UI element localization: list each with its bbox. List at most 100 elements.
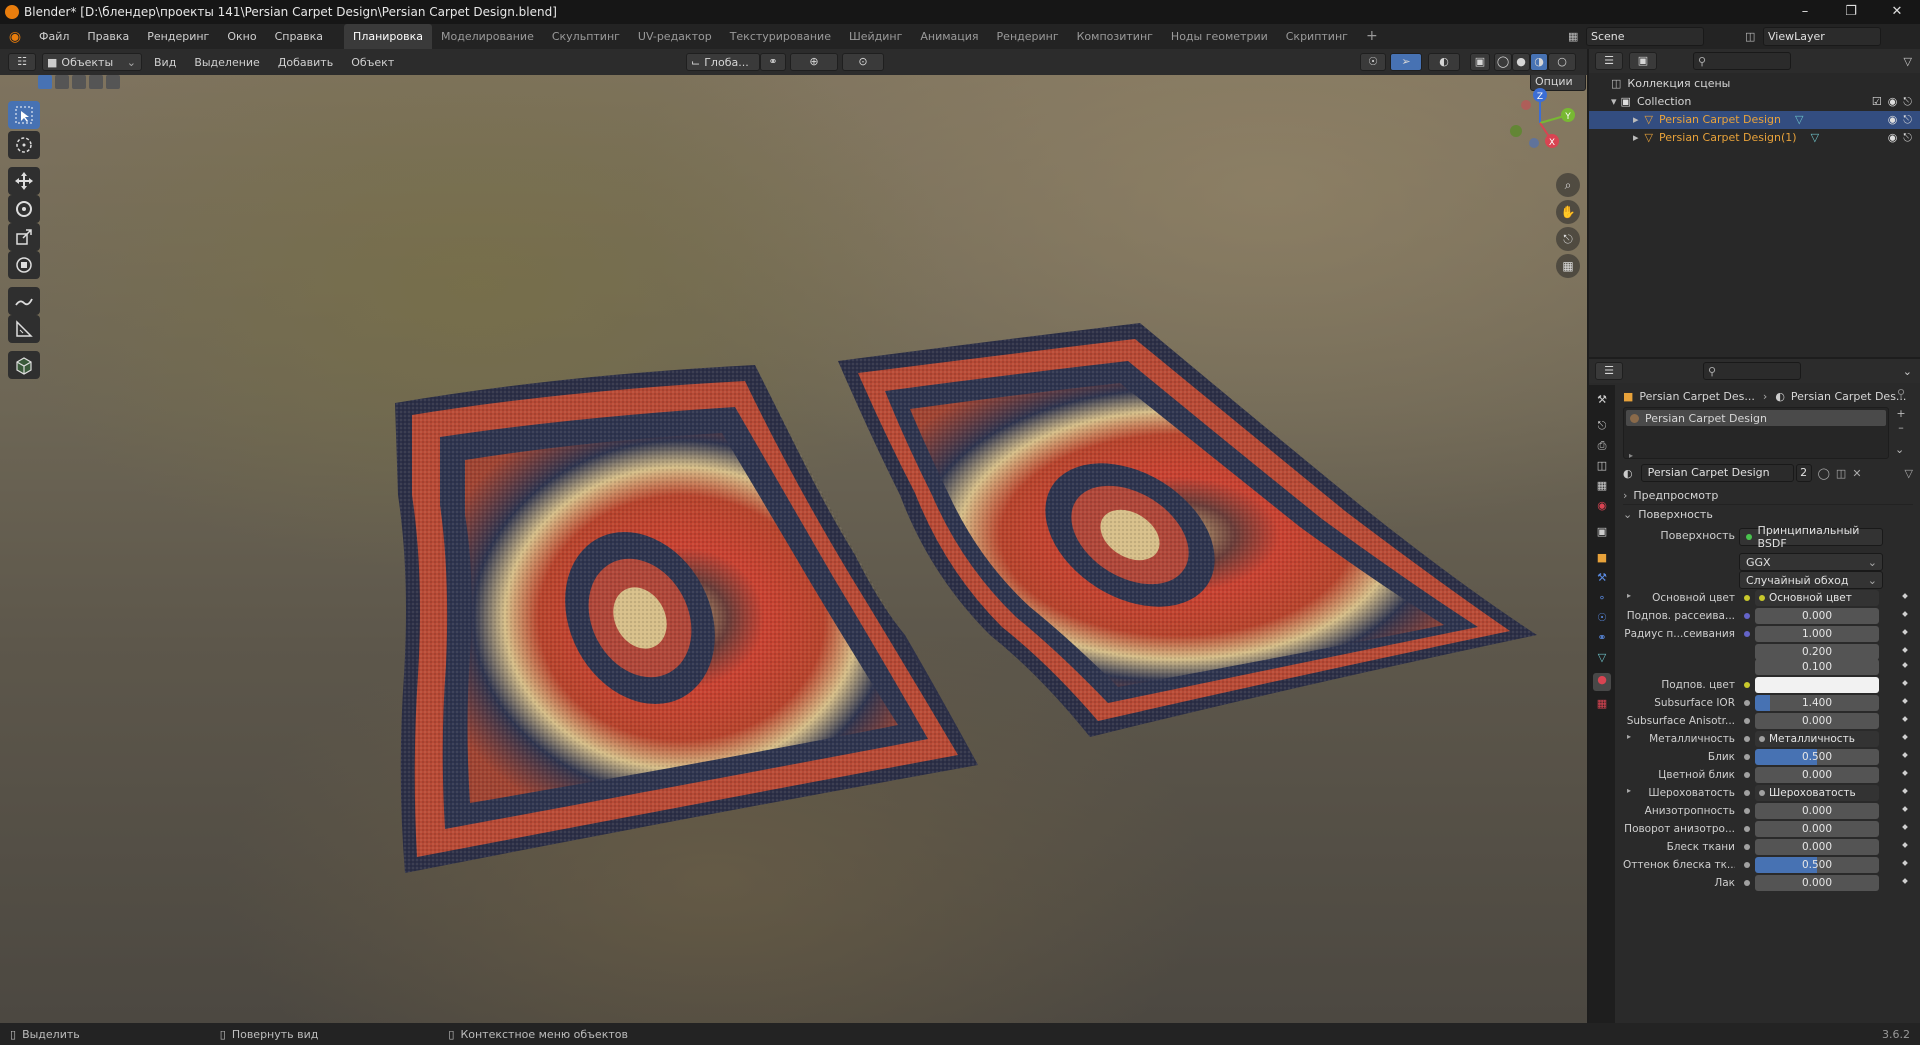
physics-tab-icon[interactable]: ☉: [1593, 611, 1611, 629]
material-name-field[interactable]: Persian Carpet Design: [1640, 464, 1794, 482]
keyframe-icon[interactable]: [1902, 593, 1908, 599]
eye-icon[interactable]: ◉: [1888, 111, 1898, 129]
number-field[interactable]: 0.000: [1755, 803, 1879, 819]
keyframe-icon[interactable]: [1902, 629, 1908, 635]
socket-dot[interactable]: [1744, 844, 1750, 850]
render-camera-icon[interactable]: ⎋: [1903, 111, 1912, 129]
keyframe-icon[interactable]: [1902, 878, 1908, 884]
tab-layout[interactable]: Планировка: [344, 24, 433, 49]
add-workspace-icon[interactable]: +: [1357, 24, 1387, 49]
properties-editor-icon[interactable]: ☰: [1595, 362, 1623, 380]
collection-checkbox-icon[interactable]: ☑: [1872, 93, 1882, 111]
tool-tab-icon[interactable]: ⚒: [1593, 393, 1611, 411]
socket-dot[interactable]: [1744, 862, 1750, 868]
3d-viewport[interactable]: Опции Z Y X ⌕ ✋ ⎋ ▦: [0, 75, 1587, 1023]
outliner-editor-icon[interactable]: ☰: [1595, 52, 1623, 70]
chevron-down-icon[interactable]: ⌄: [1903, 365, 1912, 378]
properties-search-input[interactable]: ⚲: [1703, 362, 1801, 380]
keyframe-icon[interactable]: [1902, 698, 1908, 704]
keyframe-icon[interactable]: [1902, 806, 1908, 812]
overlays-icon[interactable]: ◐: [1428, 53, 1460, 71]
render-camera-icon[interactable]: ⎋: [1903, 93, 1912, 111]
value-slider[interactable]: 0.500: [1755, 857, 1879, 873]
menu-render[interactable]: Рендеринг: [138, 24, 218, 49]
editor-type-icon[interactable]: ☷: [8, 53, 36, 71]
outliner-search-input[interactable]: ⚲: [1693, 52, 1791, 70]
socket-dot[interactable]: [1744, 700, 1750, 706]
texture-tab-icon[interactable]: ▦: [1593, 697, 1611, 715]
modifier-wrench-icon[interactable]: ⚒: [1593, 571, 1611, 589]
eye-icon[interactable]: ◉: [1888, 93, 1898, 111]
unlink-close-icon[interactable]: ✕: [1852, 467, 1861, 480]
tab-geometry-nodes[interactable]: Ноды геометрии: [1162, 24, 1277, 49]
tab-scripting[interactable]: Скриптинг: [1277, 24, 1357, 49]
socket-dot[interactable]: [1744, 808, 1750, 814]
keyframe-icon[interactable]: [1902, 662, 1908, 668]
menu-window[interactable]: Окно: [218, 24, 265, 49]
expand-chevron-icon[interactable]: ▸: [1633, 129, 1639, 147]
duplicate-icon[interactable]: ◫: [1836, 467, 1846, 480]
panel-preview[interactable]: › Предпросмотр: [1623, 486, 1913, 505]
keyframe-icon[interactable]: [1902, 752, 1908, 758]
linked-input-field[interactable]: Металличность: [1755, 731, 1879, 747]
collection-tab-icon[interactable]: ▣: [1593, 525, 1611, 543]
keyframe-icon[interactable]: [1902, 716, 1908, 722]
scene-icon[interactable]: ▦: [1568, 30, 1586, 43]
menu-object[interactable]: Объект: [342, 50, 403, 75]
slot-add-remove[interactable]: + –: [1893, 407, 1909, 437]
number-field[interactable]: 0.000: [1755, 767, 1879, 783]
keyframe-icon[interactable]: [1902, 611, 1908, 617]
world-tab-icon[interactable]: ◉: [1593, 499, 1611, 517]
linked-input-field[interactable]: Шероховатость: [1755, 785, 1879, 801]
proportional-edit-icon[interactable]: ⊙: [842, 53, 884, 71]
outliner-object-row[interactable]: ▸ ▽ Persian Carpet Design(1) ▽ ◉ ⎋: [1589, 129, 1920, 147]
socket-dot[interactable]: [1744, 682, 1750, 688]
solid-shading-icon[interactable]: ●: [1512, 53, 1530, 71]
menu-help[interactable]: Справка: [266, 24, 332, 49]
socket-dot[interactable]: [1744, 718, 1750, 724]
menu-add[interactable]: Добавить: [269, 50, 342, 75]
keyframe-icon[interactable]: [1902, 824, 1908, 830]
tab-uv-editing[interactable]: UV-редактор: [629, 24, 721, 49]
number-field[interactable]: 1.000: [1755, 626, 1879, 642]
snap-icon[interactable]: ⊕: [790, 53, 838, 71]
menu-file[interactable]: Файл: [30, 24, 78, 49]
mode-selector[interactable]: ■ Объекты ⌄: [42, 53, 142, 71]
constraints-tab-icon[interactable]: ⚭: [1593, 631, 1611, 649]
keyframe-icon[interactable]: [1902, 860, 1908, 866]
tab-shading[interactable]: Шейдинг: [840, 24, 911, 49]
tab-compositing[interactable]: Композитинг: [1068, 24, 1162, 49]
tab-modeling[interactable]: Моделирование: [432, 24, 543, 49]
wireframe-shading-icon[interactable]: ◯: [1494, 53, 1512, 71]
expand-chevron-icon[interactable]: ▸: [1633, 111, 1639, 129]
material-browse-icon[interactable]: ◐: [1623, 467, 1633, 480]
socket-dot[interactable]: [1744, 772, 1750, 778]
render-camera-icon[interactable]: ⎋: [1903, 129, 1912, 147]
keyframe-icon[interactable]: [1902, 788, 1908, 794]
socket-dot[interactable]: [1744, 613, 1750, 619]
view-layer-tab-icon[interactable]: ◫: [1593, 459, 1611, 477]
render-tab-icon[interactable]: ⎋: [1593, 419, 1611, 437]
material-users-count[interactable]: 2: [1795, 464, 1812, 482]
socket-dot[interactable]: [1744, 631, 1750, 637]
scene-name-field[interactable]: Scene: [1586, 27, 1704, 46]
filter-icon[interactable]: ▽: [1904, 55, 1912, 68]
socket-dot[interactable]: [1744, 736, 1750, 742]
color-swatch[interactable]: [1755, 677, 1879, 693]
menu-view[interactable]: Вид: [145, 50, 185, 75]
number-field[interactable]: 0.100: [1755, 659, 1879, 675]
number-field[interactable]: 1.400: [1755, 695, 1879, 711]
filter-icon[interactable]: ▽: [1905, 467, 1913, 480]
outliner-scene-collection[interactable]: ◫ Коллекция сцены: [1589, 75, 1920, 93]
socket-dot[interactable]: [1744, 880, 1750, 886]
view-layer-field[interactable]: ViewLayer: [1763, 27, 1881, 46]
keyframe-icon[interactable]: [1902, 734, 1908, 740]
outliner-object-row[interactable]: ▸ ▽ Persian Carpet Design ▽ ◉ ⎋: [1589, 111, 1920, 129]
minimize-button[interactable]: –: [1782, 0, 1828, 24]
socket-dot[interactable]: [1744, 826, 1750, 832]
material-shading-icon[interactable]: ◑: [1530, 53, 1548, 71]
fake-user-shield-icon[interactable]: ◯: [1818, 467, 1830, 480]
tab-sculpting[interactable]: Скульптинг: [543, 24, 629, 49]
socket-dot[interactable]: [1744, 595, 1750, 601]
expand-chevron-icon[interactable]: ▸: [1629, 451, 1633, 460]
